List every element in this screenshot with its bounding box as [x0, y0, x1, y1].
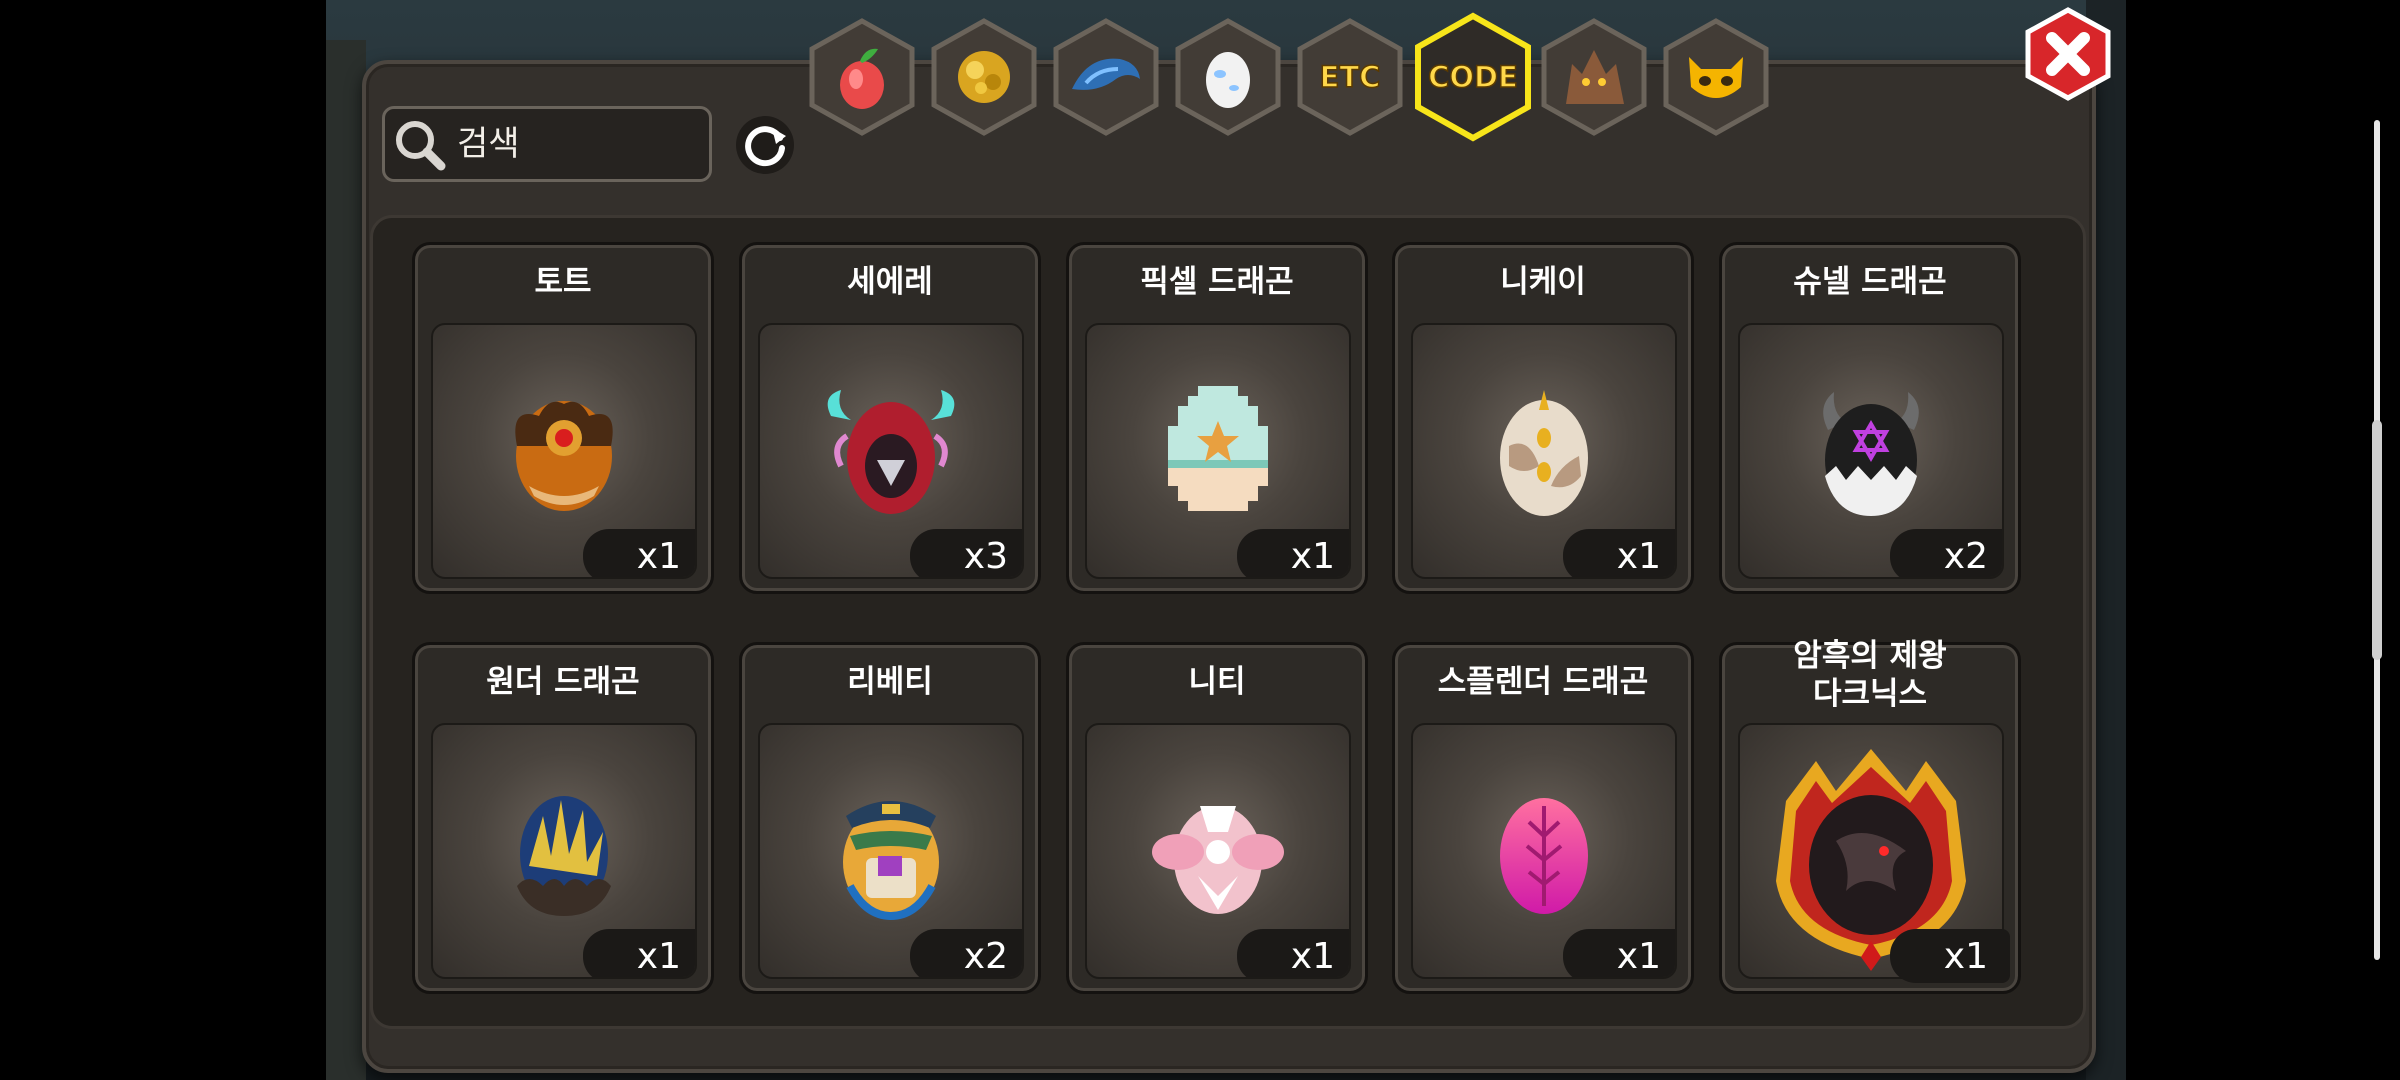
- item-card-darknix[interactable]: 암흑의 제왕 다크닉스 x1: [1719, 638, 2021, 994]
- cream-egg-icon: [1500, 390, 1588, 516]
- item-name: 암흑의 제왕 다크닉스: [1722, 637, 2018, 713]
- item-name-line2: 다크닉스: [1812, 676, 1928, 712]
- item-name: 픽셀 드래곤: [1140, 264, 1294, 300]
- police-egg-icon: [843, 801, 939, 921]
- item-qty: x1: [636, 935, 681, 977]
- item-slot: x1: [1411, 723, 1677, 979]
- tab-code[interactable]: CODE: [1412, 12, 1534, 142]
- item-slot: x1: [431, 723, 697, 979]
- item-name-line1: 암흑의 제왕: [1793, 638, 1947, 674]
- beast-tab-icon: [1558, 44, 1630, 110]
- horned-egg-icon: [1823, 392, 1919, 516]
- item-name: 원더 드래곤: [486, 664, 640, 700]
- item-name: 스플렌더 드래곤: [1437, 664, 1649, 700]
- item-qty: x3: [963, 535, 1008, 577]
- item-slot: x1: [1738, 723, 2010, 983]
- item-qty-badge: x1: [1890, 929, 2010, 983]
- item-card-tot[interactable]: 토트 x1: [412, 242, 714, 594]
- scrollbar-thumb[interactable]: [2372, 420, 2382, 660]
- item-name: 토트: [534, 264, 592, 300]
- item-card-splendor-dragon[interactable]: 스플렌더 드래곤 x1: [1392, 642, 1694, 994]
- item-qty-badge: x1: [1237, 929, 1349, 977]
- search-box[interactable]: [382, 106, 712, 182]
- item-slot: x2: [758, 723, 1024, 979]
- item-name: 니티: [1188, 664, 1246, 700]
- refresh-icon[interactable]: [734, 114, 796, 176]
- item-qty: x1: [636, 535, 681, 577]
- close-button[interactable]: [2022, 6, 2114, 102]
- magenta-egg-icon: [1500, 798, 1588, 914]
- item-name: 리베티: [847, 664, 933, 700]
- item-qty: x1: [1290, 535, 1335, 577]
- item-qty: x1: [1943, 935, 1988, 977]
- item-card-niti[interactable]: 니티 x1: [1066, 642, 1368, 994]
- item-qty-badge: x3: [910, 529, 1022, 577]
- background-wall: [326, 40, 366, 1080]
- tab-egg[interactable]: [1174, 18, 1282, 136]
- item-card-nikei[interactable]: 니케이 x1: [1392, 242, 1694, 594]
- item-card-wonder-dragon[interactable]: 원더 드래곤 x1: [412, 642, 714, 994]
- tab-beast[interactable]: [1540, 18, 1648, 136]
- item-qty-badge: x1: [1563, 929, 1675, 977]
- tab-code-label: CODE: [1427, 59, 1518, 95]
- item-qty: x2: [963, 935, 1008, 977]
- item-qty: x1: [1616, 535, 1661, 577]
- item-qty-badge: x1: [1237, 529, 1349, 577]
- item-slot: x1: [1085, 723, 1351, 979]
- item-slot: x1: [431, 323, 697, 579]
- item-qty: x1: [1616, 935, 1661, 977]
- item-slot: x2: [1738, 323, 2004, 579]
- tab-fruit[interactable]: [808, 18, 916, 136]
- item-name: 슈넬 드래곤: [1793, 264, 1947, 300]
- tab-etc[interactable]: ETC: [1296, 18, 1404, 136]
- dragon-tab-icon: [1068, 49, 1144, 105]
- tab-mask[interactable]: [1662, 18, 1770, 136]
- item-card-liberty[interactable]: 리베티 x2: [739, 642, 1041, 994]
- item-slot: x3: [758, 323, 1024, 579]
- item-qty-badge: x1: [1563, 529, 1675, 577]
- tab-etc-label: ETC: [1319, 59, 1381, 95]
- item-slot: x1: [1411, 323, 1677, 579]
- tab-dragon[interactable]: [1052, 18, 1160, 136]
- mask-tab-icon: [1683, 47, 1749, 107]
- item-qty-badge: x1: [583, 929, 695, 977]
- fruit-tab-icon: [830, 41, 894, 113]
- item-card-schnell-dragon[interactable]: 슈넬 드래곤 x2: [1719, 242, 2021, 594]
- search-icon: [385, 106, 455, 182]
- item-card-pixel-dragon[interactable]: 픽셀 드래곤 x1: [1066, 242, 1368, 594]
- item-qty-badge: x2: [910, 929, 1022, 977]
- dark-gold-egg-icon: [515, 401, 613, 511]
- close-icon: [2025, 7, 2111, 101]
- item-qty: x1: [1290, 935, 1335, 977]
- egg-tab-icon: [1202, 44, 1254, 110]
- search-input[interactable]: [455, 123, 689, 165]
- item-qty: x2: [1943, 535, 1988, 577]
- item-qty-badge: x2: [1890, 529, 2002, 577]
- item-qty-badge: x1: [583, 529, 695, 577]
- hooded-egg-icon: [827, 390, 955, 514]
- item-name: 니케이: [1500, 264, 1586, 300]
- item-name: 세에레: [847, 264, 933, 300]
- tab-gold[interactable]: [930, 18, 1038, 136]
- item-slot: x1: [1085, 323, 1351, 579]
- bow-egg-icon: [1152, 806, 1284, 914]
- item-card-seere[interactable]: 세에레 x3: [739, 242, 1041, 594]
- gold-tab-icon: [951, 44, 1017, 110]
- spiky-egg-icon: [517, 796, 611, 916]
- pixel-egg-icon: [1168, 386, 1268, 511]
